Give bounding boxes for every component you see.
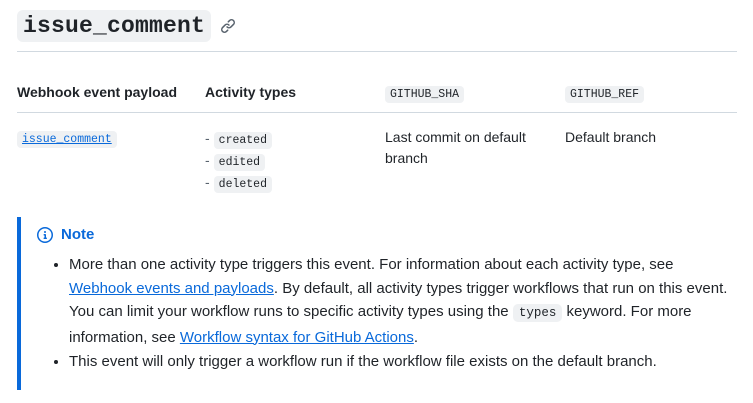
list-item: - edited <box>205 149 385 171</box>
activity-type-list: - created - edited - deleted <box>205 127 385 193</box>
note-title: Note <box>37 226 737 243</box>
note-list: More than one activity type triggers thi… <box>37 253 737 374</box>
docs-section: issue_comment Webhook event payload Acti… <box>0 0 753 403</box>
info-icon <box>37 226 53 243</box>
table-row: issue_comment - created - edited - deleted … <box>17 113 737 194</box>
heading-title: issue_comment <box>17 10 212 42</box>
link-icon[interactable] <box>220 18 236 34</box>
section-heading: issue_comment <box>17 10 236 42</box>
payload-link[interactable]: issue_comment <box>17 131 117 148</box>
list-item: This event will only trigger a workflow … <box>69 350 737 374</box>
list-item: More than one activity type triggers thi… <box>69 253 737 349</box>
events-table: Webhook event payload Activity types GIT… <box>17 72 737 193</box>
types-code: types <box>512 304 563 322</box>
note-title-text: Note <box>61 226 95 243</box>
table-header-row: Webhook event payload Activity types GIT… <box>17 72 737 113</box>
note-callout: Note More than one activity type trigger… <box>17 217 737 390</box>
cell-payload: issue_comment <box>17 113 205 194</box>
heading-divider <box>17 51 737 52</box>
cell-github-ref: Default branch <box>565 129 657 145</box>
workflow-syntax-link[interactable]: Workflow syntax for GitHub Actions <box>180 329 414 346</box>
list-item: - deleted <box>205 171 385 193</box>
cell-github-sha: Last commit on default branch <box>385 129 526 166</box>
header-github-ref: GITHUB_REF <box>565 72 737 113</box>
webhook-events-link[interactable]: Webhook events and payloads <box>69 280 274 297</box>
cell-activity-types: - created - edited - deleted <box>205 113 385 193</box>
header-github-sha: GITHUB_SHA <box>385 72 565 113</box>
header-activity-types: Activity types <box>205 72 385 113</box>
list-item: - created <box>205 127 385 149</box>
header-webhook-payload: Webhook event payload <box>17 72 205 113</box>
